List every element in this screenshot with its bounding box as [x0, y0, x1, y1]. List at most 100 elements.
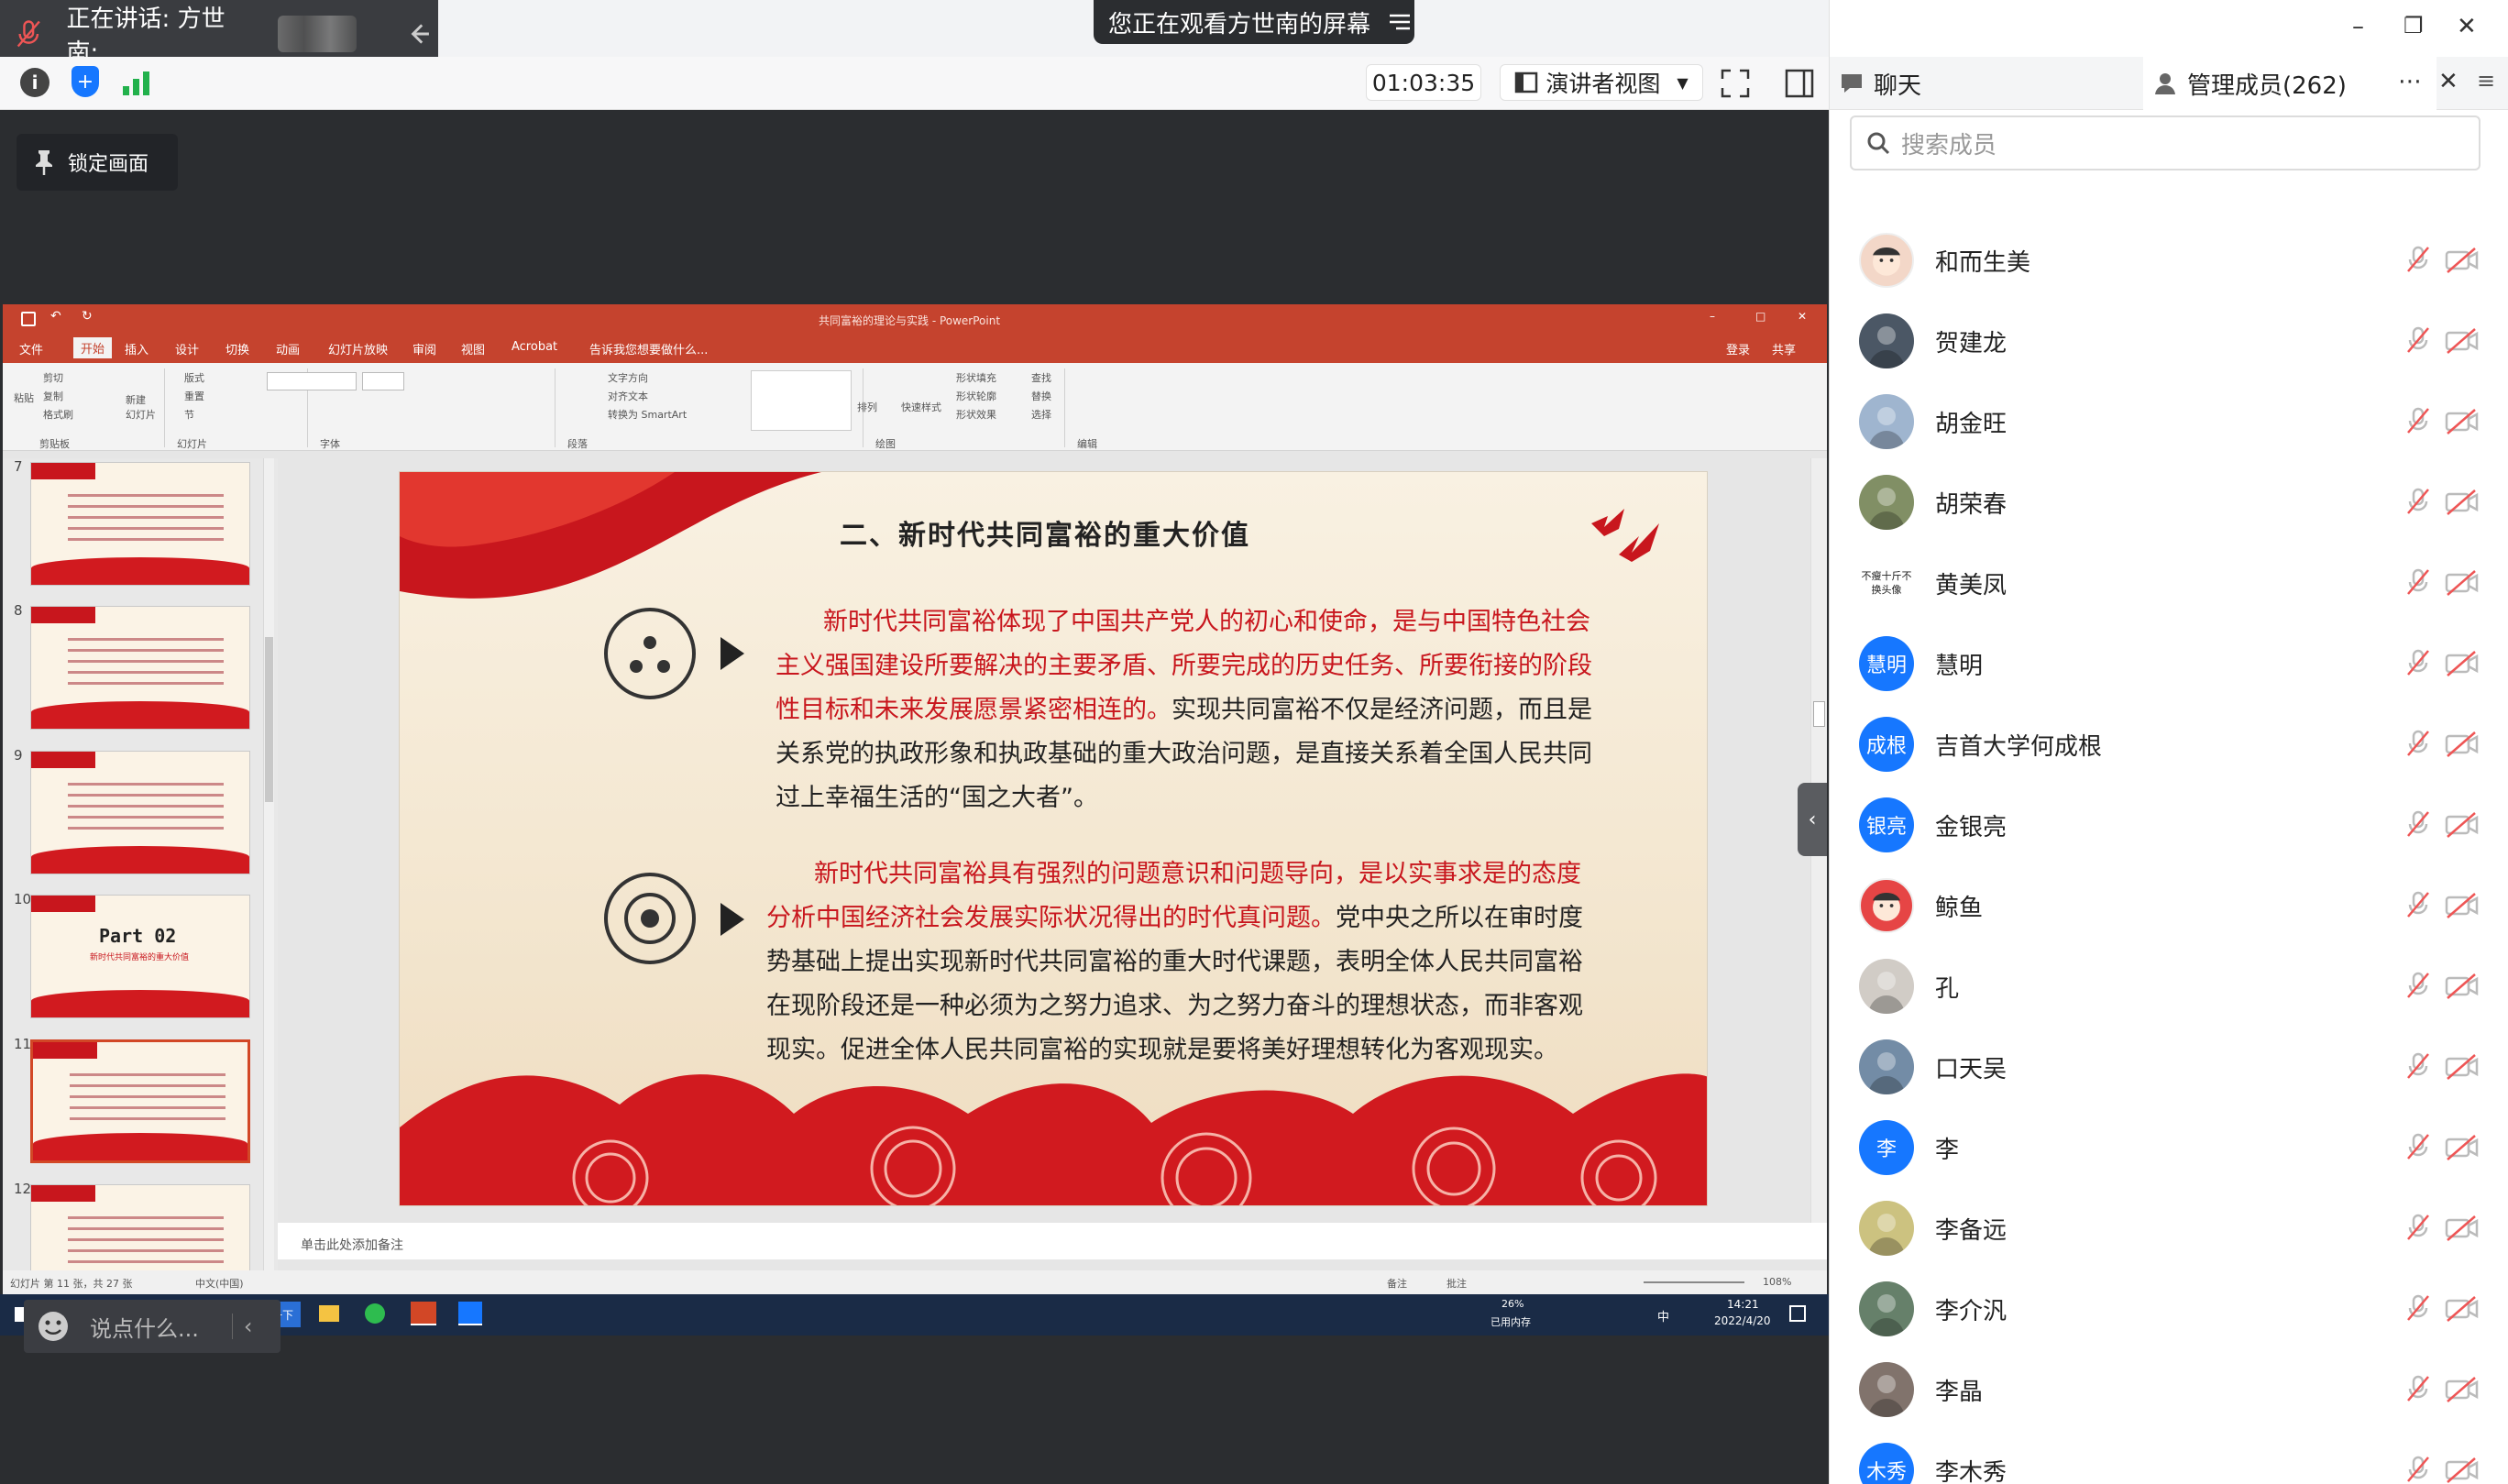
ribbon-text-dir-button[interactable]: 文字方向 — [608, 370, 648, 385]
ppt-tab[interactable]: 设计 — [175, 340, 199, 357]
signal-icon[interactable] — [121, 68, 152, 97]
camera-off-icon[interactable] — [2444, 245, 2480, 276]
zoom-slider[interactable] — [1644, 1281, 1744, 1283]
meeting-app-icon[interactable] — [458, 1302, 482, 1325]
ribbon-copy-button[interactable]: 复制 — [43, 389, 63, 403]
thumb-scroll-thumb[interactable] — [265, 637, 273, 802]
slide-thumbnail[interactable] — [30, 1039, 250, 1163]
mic-muted-icon[interactable] — [2403, 244, 2434, 275]
member-row[interactable]: 不瘦十斤不换头像 黄美凤 — [1830, 543, 2508, 623]
member-row[interactable]: 和而生美 — [1830, 220, 2508, 301]
ribbon-cut-button[interactable]: 剪切 — [43, 370, 63, 385]
camera-off-icon[interactable] — [2444, 1293, 2480, 1325]
ppt-share-button[interactable]: 共享 — [1772, 340, 1796, 357]
member-row[interactable]: 李备远 — [1830, 1188, 2508, 1269]
ppt-tab[interactable]: 插入 — [125, 340, 148, 357]
ribbon-paste-button[interactable]: 粘贴 — [14, 390, 34, 405]
ppt-save-icon[interactable] — [21, 312, 36, 326]
slide-thumbnail[interactable] — [30, 462, 250, 586]
lock-screen-button[interactable]: 锁定画面 — [16, 134, 178, 191]
slide-thumbnail[interactable] — [30, 606, 250, 730]
sidebar-toggle-icon[interactable] — [1784, 68, 1815, 99]
mic-muted-icon[interactable] — [2403, 647, 2434, 678]
camera-off-icon[interactable] — [2444, 971, 2480, 1002]
member-row[interactable]: 李李 — [1830, 1107, 2508, 1188]
mic-muted-icon[interactable] — [2403, 566, 2434, 598]
ribbon-fill-button[interactable]: 形状填充 — [956, 370, 996, 385]
ppt-tab[interactable]: 文件 — [19, 340, 43, 357]
ribbon-quick-style-button[interactable]: 快速样式 — [901, 400, 941, 414]
member-row[interactable]: 李介汎 — [1830, 1269, 2508, 1349]
ppt-tab[interactable]: Acrobat — [512, 340, 557, 354]
member-search-input[interactable]: 搜索成员 — [1850, 115, 2480, 170]
camera-off-icon[interactable] — [2444, 487, 2480, 518]
close-panel-icon[interactable]: ✕ — [2438, 68, 2458, 95]
hamburger-icon[interactable]: ≡ — [2477, 68, 2495, 93]
ribbon-new-slide-button[interactable]: 新建 幻灯片 — [126, 392, 156, 422]
ppt-maximize-icon[interactable]: □ — [1755, 310, 1766, 323]
menu-icon[interactable] — [1387, 9, 1413, 35]
camera-off-icon[interactable] — [2444, 1374, 2480, 1405]
mic-muted-icon[interactable] — [2403, 1212, 2434, 1243]
shape-gallery[interactable] — [751, 370, 852, 431]
camera-off-icon[interactable] — [2444, 1213, 2480, 1244]
camera-off-icon[interactable] — [2444, 648, 2480, 679]
camera-off-icon[interactable] — [2444, 567, 2480, 599]
member-row[interactable]: 木秀 李木秀 — [1830, 1430, 2508, 1484]
member-row[interactable]: 李晶 — [1830, 1349, 2508, 1430]
shield-icon[interactable]: + — [72, 66, 99, 97]
browser-icon[interactable] — [365, 1303, 385, 1324]
mic-muted-icon[interactable] — [2403, 1131, 2434, 1162]
camera-off-icon[interactable] — [2444, 1455, 2480, 1484]
mic-muted-icon[interactable] — [2403, 808, 2434, 840]
ime-indicator[interactable]: 中 — [1657, 1307, 1669, 1325]
explorer-icon[interactable] — [319, 1305, 339, 1322]
status-notes[interactable]: 备注 — [1387, 1276, 1407, 1291]
ppt-login[interactable]: 登录 — [1726, 340, 1750, 357]
zoom-level[interactable]: 108% — [1763, 1276, 1791, 1288]
camera-off-icon[interactable] — [2444, 325, 2480, 357]
mic-muted-icon[interactable] — [2403, 1292, 2434, 1324]
ribbon-section-button[interactable]: 节 — [184, 407, 194, 422]
ribbon-smartart-button[interactable]: 转换为 SmartArt — [608, 407, 687, 422]
font-size-box[interactable] — [362, 372, 404, 390]
camera-off-icon[interactable] — [2444, 890, 2480, 921]
ribbon-outline-button[interactable]: 形状轮廓 — [956, 389, 996, 403]
mic-muted-icon[interactable] — [2403, 889, 2434, 920]
ribbon-replace-button[interactable]: 替换 — [1031, 389, 1051, 403]
ppt-minimize-icon[interactable]: – — [1710, 310, 1715, 323]
tab-members[interactable]: 管理成员(262) — [2143, 57, 2436, 110]
mic-muted-icon[interactable] — [2403, 486, 2434, 517]
member-row[interactable]: 口天吴 — [1830, 1027, 2508, 1107]
ribbon-find-button[interactable]: 查找 — [1031, 370, 1051, 385]
chat-quick-input[interactable]: 说点什么... ‹ — [24, 1300, 280, 1353]
ppt-tab[interactable]: 动画 — [276, 340, 300, 357]
ribbon-reset-button[interactable]: 重置 — [184, 389, 204, 403]
close-window-icon[interactable]: ✕ — [2457, 13, 2477, 40]
mic-muted-icon[interactable] — [2403, 1454, 2434, 1484]
member-row[interactable]: 银亮 金银亮 — [1830, 785, 2508, 865]
camera-off-icon[interactable] — [2444, 1051, 2480, 1083]
ppt-tell-me[interactable]: 告诉我您想要做什么... — [589, 340, 708, 357]
collapse-panel-tab[interactable]: ‹ — [1798, 783, 1827, 856]
emoji-icon[interactable] — [35, 1308, 72, 1345]
ppt-undo-icon[interactable]: ↶ — [50, 309, 61, 324]
more-icon[interactable]: ⋯ — [2398, 68, 2422, 95]
member-row[interactable]: 鲸鱼 — [1830, 865, 2508, 946]
tab-chat[interactable]: 聊天 — [1839, 57, 2132, 110]
ribbon-layout-button[interactable]: 版式 — [184, 370, 204, 385]
member-row[interactable]: 成根 吉首大学何成根 — [1830, 704, 2508, 785]
slide-thumbnail[interactable]: Part 02 新时代共同富裕的重大价值 — [30, 895, 250, 1018]
editor-scroll-thumb[interactable] — [1813, 701, 1825, 727]
member-row[interactable]: 贺建龙 — [1830, 301, 2508, 381]
restore-icon[interactable]: ❐ — [2404, 13, 2424, 38]
member-row[interactable]: 慧明 慧明 — [1830, 623, 2508, 704]
ppt-tab[interactable]: 切换 — [226, 340, 249, 357]
member-row[interactable]: 孔 — [1830, 946, 2508, 1027]
ppt-close-icon[interactable]: ✕ — [1798, 310, 1807, 323]
camera-off-icon[interactable] — [2444, 406, 2480, 437]
camera-off-icon[interactable] — [2444, 729, 2480, 760]
mic-muted-icon[interactable] — [2403, 1373, 2434, 1404]
mic-muted-icon[interactable] — [2403, 1050, 2434, 1082]
ribbon-effect-button[interactable]: 形状效果 — [956, 407, 996, 422]
